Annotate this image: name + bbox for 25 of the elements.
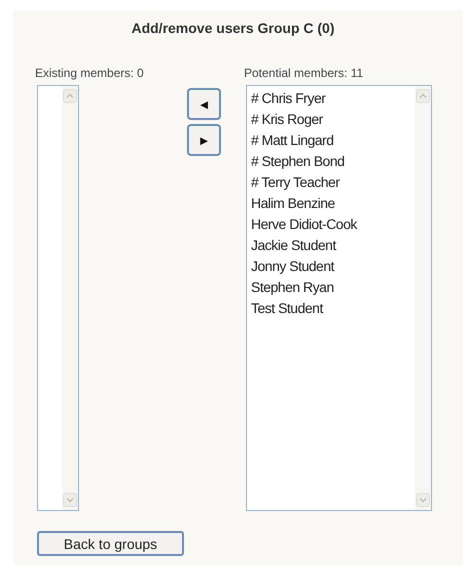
list-item[interactable]: Stephen Ryan xyxy=(251,277,415,298)
list-item[interactable]: # Kris Roger xyxy=(251,109,415,130)
list-item[interactable]: # Terry Teacher xyxy=(251,172,415,193)
add-member-button[interactable]: ◄ xyxy=(187,88,221,120)
existing-members-label: Existing members: 0 xyxy=(35,66,145,80)
potential-members-list[interactable]: # Chris Fryer # Kris Roger # Matt Lingard # Stephen Bond # Terry Teacher Halim Benzine Herve Didiot-Cook Jackie Student Jonny Student Stephen Ryan Test Student xyxy=(246,85,432,511)
list-item[interactable]: # Chris Fryer xyxy=(251,88,415,109)
page-title: Add/remove users Group C (0) xyxy=(130,20,336,36)
scroll-up-icon[interactable] xyxy=(63,89,77,103)
scrollbar[interactable] xyxy=(415,86,431,510)
remove-member-button[interactable]: ► xyxy=(187,124,221,156)
list-item[interactable]: Test Student xyxy=(251,298,415,319)
list-item[interactable]: Jonny Student xyxy=(251,256,415,277)
list-item[interactable]: Herve Didiot-Cook xyxy=(251,214,415,235)
scroll-up-icon[interactable] xyxy=(416,89,430,103)
list-item[interactable]: Jackie Student xyxy=(251,235,415,256)
list-item[interactable]: # Stephen Bond xyxy=(251,151,415,172)
scroll-down-icon[interactable] xyxy=(416,493,430,507)
existing-members-list[interactable] xyxy=(37,85,79,511)
scroll-down-icon[interactable] xyxy=(63,493,77,507)
list-item[interactable]: # Matt Lingard xyxy=(251,130,415,151)
potential-members-label: Potential members: 11 xyxy=(244,66,364,80)
scrollbar[interactable] xyxy=(62,86,78,510)
list-item[interactable]: Halim Benzine xyxy=(251,193,415,214)
back-to-groups-button[interactable]: Back to groups xyxy=(37,531,184,556)
